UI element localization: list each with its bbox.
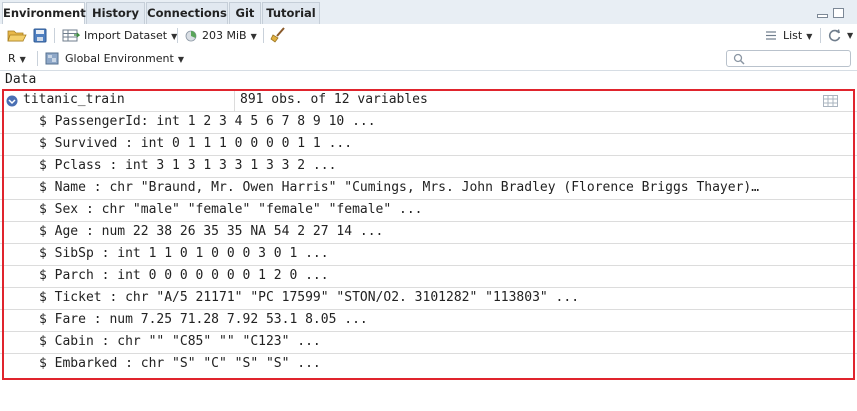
import-dataset-label: Import Dataset	[84, 29, 168, 42]
environment-toolbar: Import Dataset ▼ 203 MiB ▼ List ▼ ▼	[0, 24, 857, 48]
view-data-table-icon[interactable]	[823, 95, 838, 107]
chevron-down-icon: ▼	[19, 55, 26, 64]
global-environment-dropdown[interactable]: Global Environment ▼	[65, 47, 184, 70]
variable-structure: $ Fare : num 7.25 71.28 7.92 53.1 8.05 .…	[39, 312, 368, 327]
language-dropdown[interactable]: R ▼	[8, 47, 26, 70]
environment-cube-icon	[45, 52, 59, 65]
memory-usage-label: 203 MiB	[202, 29, 247, 42]
variable-structure: $ Survived : int 0 1 1 1 0 0 0 0 1 1 ...	[39, 136, 353, 151]
variable-structure: $ SibSp : int 1 1 0 1 0 0 0 3 0 1 ...	[39, 246, 329, 261]
object-row-titanic-train[interactable]: titanic_train 891 obs. of 12 variables	[0, 90, 857, 112]
open-folder-icon[interactable]	[7, 28, 27, 43]
memory-pie-icon	[185, 30, 197, 42]
import-dataset-icon	[62, 29, 80, 42]
view-mode-label: List	[783, 29, 803, 42]
chevron-down-icon: ▼	[177, 55, 184, 64]
data-section-header: Data	[5, 72, 37, 87]
chevron-down-icon: ▼	[250, 32, 257, 41]
tab-environment[interactable]: Environment	[2, 2, 86, 25]
object-name: titanic_train	[23, 92, 125, 107]
collapse-object-icon[interactable]	[6, 95, 18, 107]
variable-structure: $ PassengerId: int 1 2 3 4 5 6 7 8 9 10 …	[39, 114, 376, 129]
variable-row-embarked: $ Embarked : chr "S" "C" "S" "S" ...	[0, 354, 857, 376]
list-view-icon	[766, 31, 776, 40]
maximize-pane-icon[interactable]	[833, 8, 844, 18]
variable-row-cabin: $ Cabin : chr "" "C85" "" "C123" ...	[0, 332, 857, 354]
toolbar-separator	[177, 28, 178, 43]
toolbar-separator	[37, 51, 38, 66]
chevron-down-icon[interactable]: ▼	[847, 31, 853, 40]
variable-row-pclass: $ Pclass : int 3 1 3 1 3 3 1 3 3 2 ...	[0, 156, 857, 178]
language-label: R	[8, 52, 16, 65]
object-summary: 891 obs. of 12 variables	[240, 92, 428, 107]
tab-git[interactable]: Git	[229, 2, 261, 24]
view-mode-dropdown[interactable]: List ▼	[783, 24, 812, 47]
variable-structure: $ Pclass : int 3 1 3 1 3 3 1 3 3 2 ...	[39, 158, 337, 173]
variable-structure: $ Age : num 22 38 26 35 35 NA 54 2 27 14…	[39, 224, 384, 239]
variable-structure: $ Ticket : chr "A/5 21171" "PC 17599" "S…	[39, 290, 580, 305]
environment-search-input[interactable]	[726, 50, 851, 67]
variable-row-ticket: $ Ticket : chr "A/5 21171" "PC 17599" "S…	[0, 288, 857, 310]
minimize-pane-icon[interactable]	[817, 14, 828, 18]
variable-row-survived: $ Survived : int 0 1 1 1 0 0 0 0 1 1 ...	[0, 134, 857, 156]
memory-usage-button[interactable]: 203 MiB ▼	[202, 24, 257, 47]
pane-tab-bar: Environment History Connections Git Tuto…	[0, 0, 857, 25]
column-divider	[234, 90, 235, 112]
tab-tutorial[interactable]: Tutorial	[262, 2, 320, 24]
variable-row-sibsp: $ SibSp : int 1 1 0 1 0 0 0 3 0 1 ...	[0, 244, 857, 266]
variable-row-parch: $ Parch : int 0 0 0 0 0 0 0 1 2 0 ...	[0, 266, 857, 288]
variable-row-passengerid: $ PassengerId: int 1 2 3 4 5 6 7 8 9 10 …	[0, 112, 857, 134]
broom-clear-icon[interactable]	[270, 27, 286, 43]
search-icon	[733, 53, 745, 65]
variable-structure: $ Cabin : chr "" "C85" "" "C123" ...	[39, 334, 321, 349]
tab-history[interactable]: History	[86, 2, 145, 24]
toolbar-separator	[820, 28, 821, 43]
variable-row-name: $ Name : chr "Braund, Mr. Owen Harris" "…	[0, 178, 857, 200]
import-dataset-button[interactable]: Import Dataset ▼	[84, 24, 177, 47]
chevron-down-icon: ▼	[806, 32, 813, 41]
save-icon[interactable]	[33, 28, 47, 43]
refresh-icon[interactable]	[827, 28, 842, 43]
variable-structure: $ Sex : chr "male" "female" "female" "fe…	[39, 202, 423, 217]
scope-label: Global Environment	[65, 52, 174, 65]
toolbar-separator	[263, 28, 264, 43]
variable-structure: $ Name : chr "Braund, Mr. Owen Harris" "…	[39, 180, 760, 195]
variable-row-age: $ Age : num 22 38 26 35 35 NA 54 2 27 14…	[0, 222, 857, 244]
variable-row-sex: $ Sex : chr "male" "female" "female" "fe…	[0, 200, 857, 222]
variable-structure: $ Parch : int 0 0 0 0 0 0 0 1 2 0 ...	[39, 268, 329, 283]
tab-connections[interactable]: Connections	[146, 2, 228, 24]
variable-structure: $ Embarked : chr "S" "C" "S" "S" ...	[39, 356, 321, 371]
variable-row-fare: $ Fare : num 7.25 71.28 7.92 53.1 8.05 .…	[0, 310, 857, 332]
toolbar-separator	[54, 28, 55, 43]
